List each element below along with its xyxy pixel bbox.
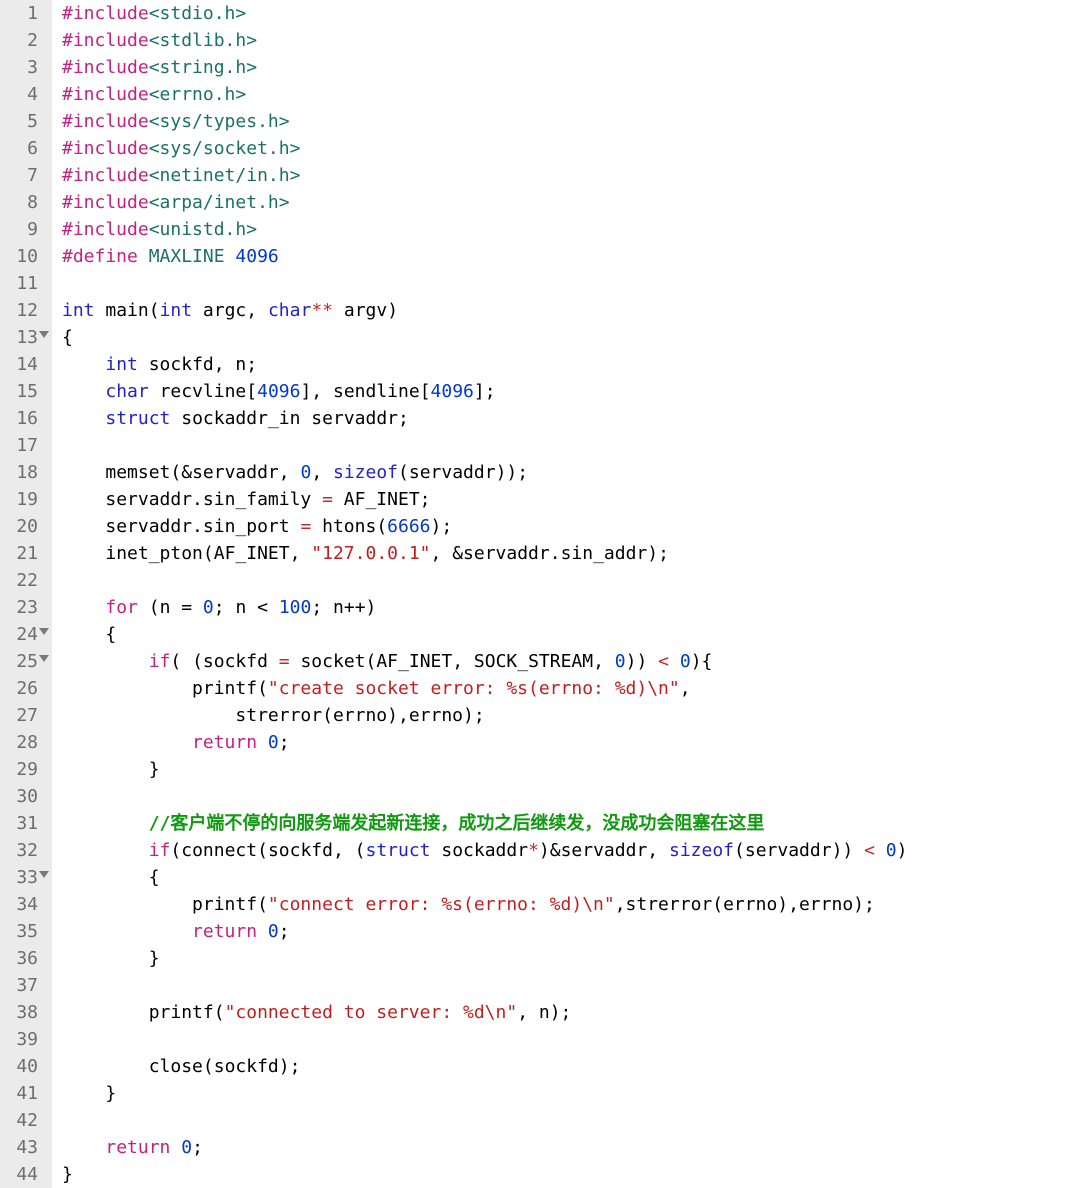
code-line [62,270,1080,297]
code-line: return 0; [62,1134,1080,1161]
code-line: //客户端不停的向服务端发起新连接，成功之后继续发，没成功会阻塞在这里 [62,810,1080,837]
line-number: 40 [0,1053,46,1080]
line-number: 39 [0,1026,46,1053]
code-line [62,1026,1080,1053]
line-number: 12 [0,297,46,324]
line-number: 28 [0,729,46,756]
code-line: inet_pton(AF_INET, "127.0.0.1", &servadd… [62,540,1080,567]
code-line: #include<unistd.h> [62,216,1080,243]
line-number: 4 [0,81,46,108]
line-number: 38 [0,999,46,1026]
line-number: 11 [0,270,46,297]
line-number: 17 [0,432,46,459]
line-number: 21 [0,540,46,567]
code-line [62,567,1080,594]
line-number: 6 [0,135,46,162]
line-number: 22 [0,567,46,594]
code-line: #include<errno.h> [62,81,1080,108]
line-number: 24 [0,621,46,648]
line-number: 2 [0,27,46,54]
code-line: int main(int argc, char** argv) [62,297,1080,324]
line-number: 33 [0,864,46,891]
line-number: 8 [0,189,46,216]
code-line: } [62,756,1080,783]
line-number: 3 [0,54,46,81]
line-number: 36 [0,945,46,972]
line-number: 25 [0,648,46,675]
code-line: struct sockaddr_in servaddr; [62,405,1080,432]
code-line: #include<stdlib.h> [62,27,1080,54]
line-number: 30 [0,783,46,810]
line-number: 18 [0,459,46,486]
code-line: #define MAXLINE 4096 [62,243,1080,270]
code-line: if( (sockfd = socket(AF_INET, SOCK_STREA… [62,648,1080,675]
line-number: 9 [0,216,46,243]
code-line: close(sockfd); [62,1053,1080,1080]
line-number: 27 [0,702,46,729]
line-number: 23 [0,594,46,621]
line-number: 14 [0,351,46,378]
code-line: } [62,945,1080,972]
line-number: 26 [0,675,46,702]
line-number: 1 [0,0,46,27]
code-line: #include<string.h> [62,54,1080,81]
line-number: 7 [0,162,46,189]
code-line: printf("create socket error: %s(errno: %… [62,675,1080,702]
fold-marker-icon[interactable] [39,871,49,878]
line-number: 41 [0,1080,46,1107]
code-line: for (n = 0; n < 100; n++) [62,594,1080,621]
fold-marker-icon[interactable] [39,628,49,635]
line-number: 10 [0,243,46,270]
code-line: #include<stdio.h> [62,0,1080,27]
code-line: servaddr.sin_family = AF_INET; [62,486,1080,513]
code-line: } [62,1161,1080,1188]
line-number: 29 [0,756,46,783]
line-number: 19 [0,486,46,513]
code-line: return 0; [62,729,1080,756]
code-line: printf("connected to server: %d\n", n); [62,999,1080,1026]
code-area[interactable]: #include<stdio.h> #include<stdlib.h> #in… [52,0,1080,1188]
code-line: #include<sys/socket.h> [62,135,1080,162]
code-line: { [62,621,1080,648]
code-line [62,432,1080,459]
fold-marker-icon[interactable] [39,655,49,662]
line-number: 37 [0,972,46,999]
line-number: 20 [0,513,46,540]
code-line: strerror(errno),errno); [62,702,1080,729]
code-line: printf("connect error: %s(errno: %d)\n",… [62,891,1080,918]
code-line: char recvline[4096], sendline[4096]; [62,378,1080,405]
code-line [62,783,1080,810]
code-line: memset(&servaddr, 0, sizeof(servaddr)); [62,459,1080,486]
line-number: 32 [0,837,46,864]
code-line: #include<netinet/in.h> [62,162,1080,189]
code-line: } [62,1080,1080,1107]
code-line: #include<sys/types.h> [62,108,1080,135]
code-line: if(connect(sockfd, (struct sockaddr*)&se… [62,837,1080,864]
line-number: 31 [0,810,46,837]
code-line [62,972,1080,999]
line-number: 34 [0,891,46,918]
code-line: #include<arpa/inet.h> [62,189,1080,216]
gutter: 1234567891011121314151617181920212223242… [0,0,52,1188]
line-number: 13 [0,324,46,351]
line-number: 44 [0,1161,46,1188]
line-number: 43 [0,1134,46,1161]
fold-marker-icon[interactable] [39,331,49,338]
line-number: 42 [0,1107,46,1134]
code-line: return 0; [62,918,1080,945]
code-line: int sockfd, n; [62,351,1080,378]
code-line: servaddr.sin_port = htons(6666); [62,513,1080,540]
line-number: 35 [0,918,46,945]
line-number: 5 [0,108,46,135]
code-line: { [62,864,1080,891]
code-line: { [62,324,1080,351]
line-number: 15 [0,378,46,405]
code-line [62,1107,1080,1134]
line-number: 16 [0,405,46,432]
